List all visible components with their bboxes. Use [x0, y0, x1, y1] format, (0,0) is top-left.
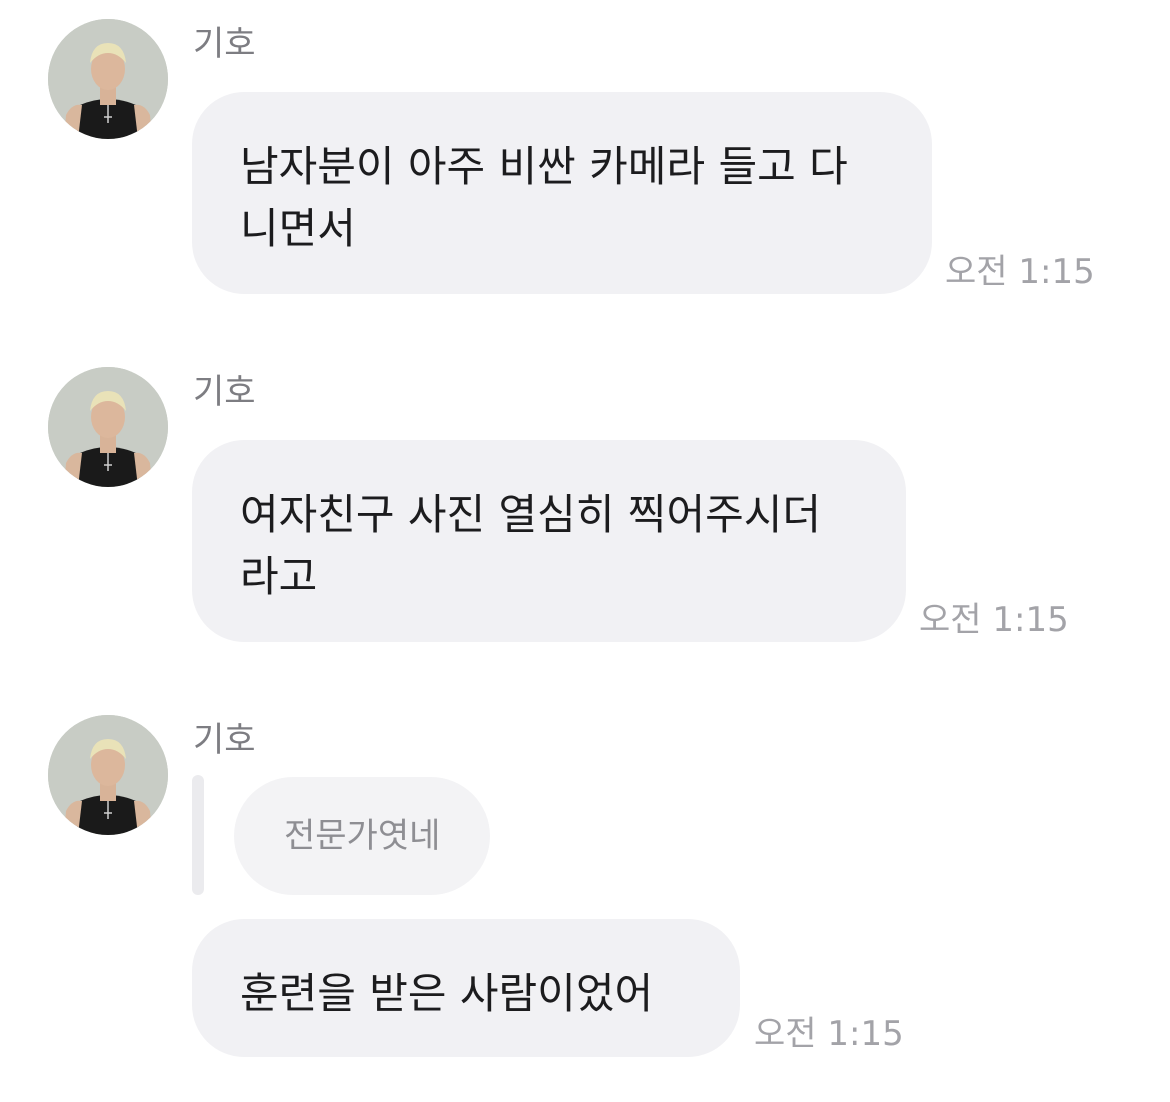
message-bubble[interactable]: 훈련을 받은 사람이었어	[192, 919, 740, 1057]
avatar[interactable]	[48, 367, 168, 487]
message-bubble[interactable]: 남자분이 아주 비싼 카메라 들고 다 니면서	[192, 92, 932, 294]
avatar[interactable]	[48, 715, 168, 835]
sender-name: 기호	[193, 24, 256, 64]
reply-quote-bubble[interactable]: 전문가엿네	[234, 777, 491, 895]
avatar-photo-icon	[48, 367, 168, 487]
avatar[interactable]	[48, 19, 168, 139]
sender-name: 기호	[193, 372, 256, 412]
avatar-photo-icon	[48, 715, 168, 835]
message-timestamp: 오전 1:15	[945, 252, 1095, 292]
message-bubble[interactable]: 여자친구 사진 열심히 찍어주시더 라고	[192, 440, 906, 642]
reply-indicator-bar	[192, 775, 204, 895]
avatar-photo-icon	[48, 19, 168, 139]
message-timestamp: 오전 1:15	[919, 600, 1069, 640]
sender-name: 기호	[193, 720, 256, 760]
message-timestamp: 오전 1:15	[754, 1014, 904, 1054]
